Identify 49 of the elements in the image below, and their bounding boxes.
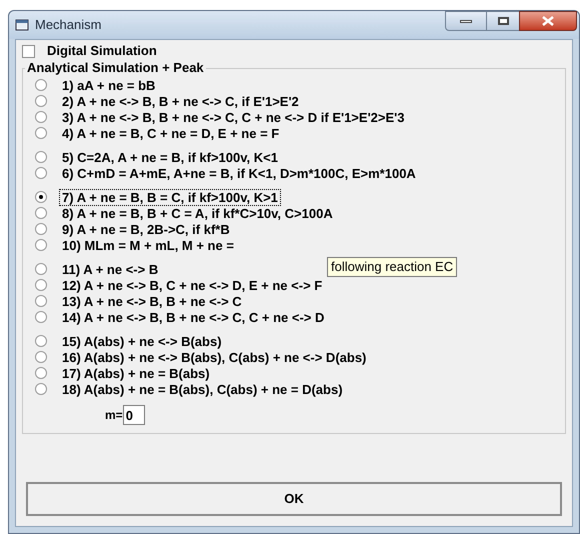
- checkbox[interactable]: [22, 44, 35, 58]
- option-label[interactable]: 4) A + ne = B, C + ne = D, E + ne = F: [59, 125, 282, 142]
- option-label[interactable]: 5) C=2A, A + ne = B, if kf>100v, K<1: [59, 149, 281, 166]
- radio-button[interactable]: [35, 295, 47, 307]
- tooltip: following reaction EC: [327, 257, 458, 277]
- option-label[interactable]: 17) A(abs) + ne = B(abs): [59, 365, 213, 382]
- option-label[interactable]: 10) MLm = M + mL, M + ne =: [59, 237, 237, 254]
- close-icon: [542, 16, 554, 26]
- radio-button[interactable]: [35, 367, 47, 379]
- radio-button[interactable]: [35, 151, 47, 163]
- radio-button[interactable]: [35, 263, 47, 275]
- option-label[interactable]: 1) aA + ne = bB: [59, 77, 158, 94]
- radio-button[interactable]: [35, 335, 47, 347]
- option-label[interactable]: 6) C+mD = A+mE, A+ne = B, if K<1, D>m*100C, E>m*100A: [59, 165, 419, 182]
- radio-button[interactable]: [35, 95, 47, 107]
- m-label: m=: [105, 407, 123, 424]
- radio-button[interactable]: [35, 111, 47, 123]
- window-title: Mechanism: [35, 16, 102, 34]
- maximize-button[interactable]: [487, 11, 519, 31]
- radio-button[interactable]: [35, 383, 47, 395]
- radio-button[interactable]: [35, 311, 47, 323]
- radio-button[interactable]: [35, 79, 47, 91]
- radio-button[interactable]: [35, 167, 47, 179]
- option-label[interactable]: 3) A + ne <-> B, B + ne <-> C, C + ne <-> D if E'1>E'2>E'3: [59, 109, 408, 126]
- option-label[interactable]: 15) A(abs) + ne <-> B(abs): [59, 333, 225, 350]
- ok-button[interactable]: OK: [26, 482, 562, 516]
- option-label[interactable]: 2) A + ne <-> B, B + ne <-> C, if E'1>E'2: [59, 93, 302, 110]
- option-label[interactable]: 18) A(abs) + ne = B(abs), C(abs) + ne = D(abs): [59, 381, 346, 398]
- checkbox-label[interactable]: Digital Simulation: [47, 41, 157, 61]
- option-label[interactable]: 12) A + ne <-> B, C + ne <-> D, E + ne <-> F: [59, 277, 326, 294]
- option-label[interactable]: 11) A + ne <-> B: [59, 261, 162, 278]
- radio-button[interactable]: [35, 239, 47, 251]
- radio-button[interactable]: [35, 207, 47, 219]
- radio-button[interactable]: [35, 223, 47, 235]
- close-button[interactable]: [519, 11, 577, 31]
- option-label[interactable]: 16) A(abs) + ne <-> B(abs), C(abs) + ne <-> D(abs): [59, 349, 370, 366]
- radio-button[interactable]: [35, 127, 47, 139]
- radio-button[interactable]: [35, 191, 47, 203]
- radio-button[interactable]: [35, 351, 47, 363]
- radio-button[interactable]: [35, 279, 47, 291]
- option-label[interactable]: 13) A + ne <-> B, B + ne <-> C: [59, 293, 245, 310]
- window-icon: [15, 19, 29, 31]
- minimize-button[interactable]: [445, 11, 487, 31]
- option-label[interactable]: 9) A + ne = B, 2B->C, if kf*B: [59, 221, 233, 238]
- option-label[interactable]: 7) A + ne = B, B = C, if kf>100v, K>1: [59, 189, 281, 206]
- option-label[interactable]: 8) A + ne = B, B + C = A, if kf*C>10v, C>100A: [59, 205, 336, 222]
- group-title: Analytical Simulation + Peak: [25, 60, 206, 76]
- option-label[interactable]: 14) A + ne <-> B, B + ne <-> C, C + ne <-> D: [59, 309, 328, 326]
- m-input-field[interactable]: 0: [122, 405, 145, 425]
